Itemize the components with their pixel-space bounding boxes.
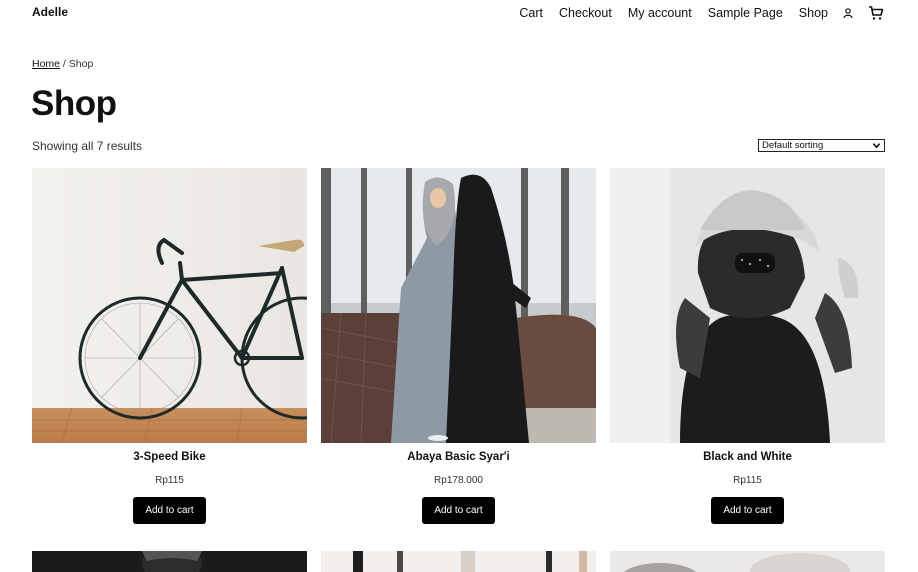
add-to-cart-button[interactable]: Add to cart xyxy=(711,497,784,524)
product-name[interactable]: 3-Speed Bike xyxy=(32,451,307,463)
product-price: Rp178.000 xyxy=(434,475,483,486)
page-title: Shop xyxy=(31,84,117,123)
nav-cart[interactable]: Cart xyxy=(519,6,543,20)
add-to-cart-button[interactable]: Add to cart xyxy=(133,497,206,524)
product-image-row2-2[interactable] xyxy=(321,551,596,572)
nav-my-account[interactable]: My account xyxy=(628,6,692,20)
site-title[interactable]: Adelle xyxy=(32,5,68,19)
breadcrumb-home[interactable]: Home xyxy=(32,58,60,70)
nav-sample-page[interactable]: Sample Page xyxy=(708,6,783,20)
product-image-bike[interactable] xyxy=(32,168,307,443)
result-count: Showing all 7 results xyxy=(32,139,143,153)
product-name[interactable]: Abaya Basic Syar'i xyxy=(321,451,596,463)
product-card: Black and White Rp115 Add to cart xyxy=(610,168,885,524)
product-name[interactable]: Black and White xyxy=(610,451,885,463)
product-image-row2-3[interactable] xyxy=(610,551,885,572)
nav-checkout[interactable]: Checkout xyxy=(559,6,612,20)
breadcrumb: Home / Shop xyxy=(32,58,93,70)
breadcrumb-current: Shop xyxy=(68,58,94,70)
product-price: Rp115 xyxy=(155,475,184,486)
breadcrumb-separator: / xyxy=(60,58,69,70)
sorting-selected-value: Default sorting xyxy=(762,140,824,151)
product-card: 3-Speed Bike Rp115 Add to cart xyxy=(32,168,307,524)
account-icon[interactable] xyxy=(842,7,854,19)
product-price: Rp115 xyxy=(733,475,762,486)
chevron-down-icon xyxy=(872,143,881,149)
product-image-row2-1[interactable] xyxy=(32,551,307,572)
main-nav: Cart Checkout My account Sample Page Sho… xyxy=(503,5,884,21)
add-to-cart-button[interactable]: Add to cart xyxy=(422,497,495,524)
product-image-black-and-white[interactable] xyxy=(610,168,885,443)
product-card: Abaya Basic Syar'i Rp178.000 Add to cart xyxy=(321,168,596,524)
cart-icon[interactable] xyxy=(868,5,884,21)
sorting-select[interactable]: Default sorting xyxy=(758,139,885,152)
nav-shop[interactable]: Shop xyxy=(799,6,828,20)
product-image-abaya[interactable] xyxy=(321,168,596,443)
